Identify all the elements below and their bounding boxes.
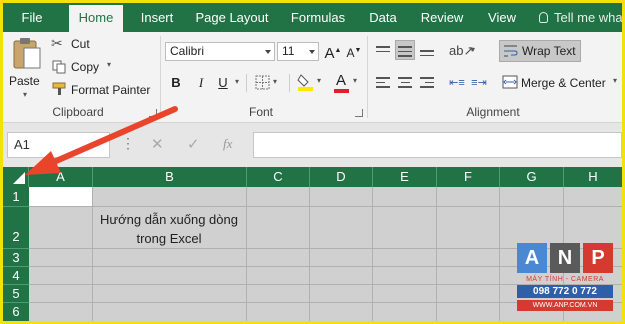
annotation-arrow [25, 106, 178, 175]
screenshot-frame: File Home Insert Page Layout Formulas Da… [0, 0, 625, 324]
arrow-shaft [44, 106, 178, 168]
arrow-head-icon [25, 151, 61, 175]
